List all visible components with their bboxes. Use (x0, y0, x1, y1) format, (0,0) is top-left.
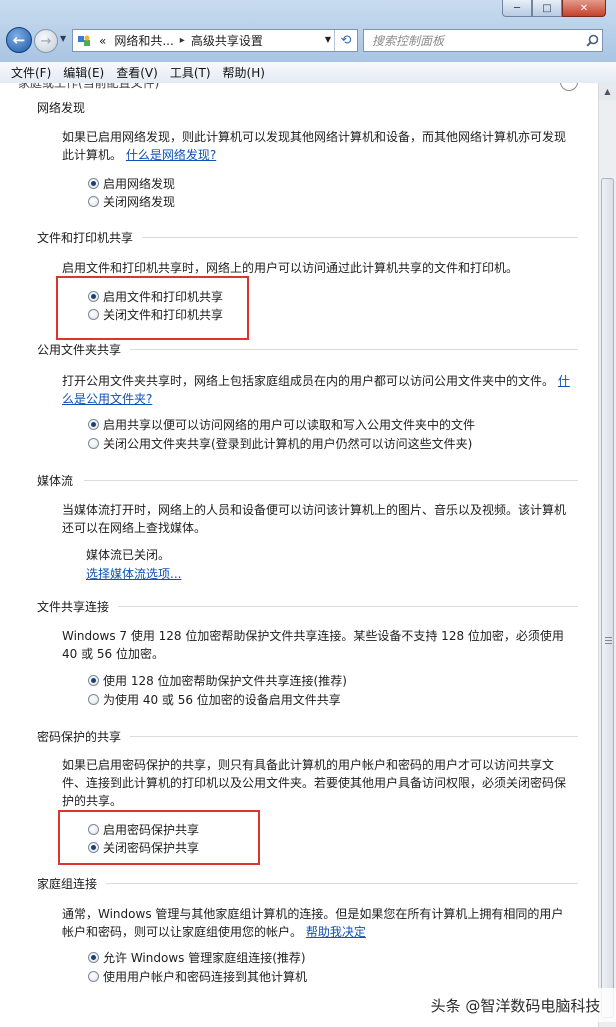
radio-label: 启用共享以便可以访问网络的用户可以读取和写入公用文件夹中的文件 (103, 418, 476, 432)
media-streaming-heading: 媒体流 (37, 474, 74, 488)
minimize-button[interactable]: ─ (502, 0, 532, 17)
menu-view[interactable]: 查看(V) (110, 64, 164, 81)
network-discovery-heading: 网络发现 (37, 101, 86, 115)
radio-label: 为使用 40 或 56 位加密的设备启用文件共享 (103, 693, 341, 707)
refresh-icon: ⟲ (340, 33, 352, 48)
forward-button[interactable]: → (34, 29, 58, 53)
public-folder-sharing-description: 打开公用文件夹共享时，网络上包括家庭组成员在内的用户都可以访问公用文件夹中的文件… (62, 372, 572, 408)
radio-button[interactable] (88, 178, 99, 189)
file-sharing-connections-heading: 文件共享连接 (37, 600, 110, 614)
profile-header-partial: 家庭或工作(当前配置文件) (18, 83, 160, 90)
section-divider (130, 736, 578, 737)
radio-button[interactable] (88, 971, 99, 982)
scroll-grip-icon (605, 637, 612, 646)
radio-button[interactable] (88, 952, 99, 963)
highlight-box-file-printer-sharing (56, 276, 249, 340)
window-titlebar: ─ □ ✕ ← → ▼ « 网络和共... ▸ 高级共享设置 ▼ ⟲ (0, 0, 616, 63)
homegroup-connections-heading: 家庭组连接 (37, 877, 98, 891)
address-dropdown-icon[interactable]: ▼ (325, 35, 331, 44)
menu-file[interactable]: 文件(F) (0, 64, 57, 81)
settings-content: 家庭或工作(当前配置文件) ⌃ 网络发现 如果已启用网络发现，则此计算机可以发现… (0, 83, 598, 1027)
radio-40-56bit-encryption[interactable]: 为使用 40 或 56 位加密的设备启用文件共享 (88, 691, 341, 708)
password-sharing-description: 如果已启用密码保护的共享，则只有具备此计算机的用户帐户和密码的用户才可以访问共享… (62, 758, 567, 808)
radio-label: 启用网络发现 (103, 177, 176, 191)
password-sharing-heading: 密码保护的共享 (37, 730, 122, 744)
menu-tools[interactable]: 工具(T) (164, 64, 217, 81)
section-divider (142, 237, 578, 238)
close-button[interactable]: ✕ (562, 0, 606, 17)
homegroup-help-link[interactable]: 帮助我决定 (306, 925, 366, 939)
radio-label: 允许 Windows 管理家庭组连接(推荐) (103, 951, 306, 965)
file-printer-sharing-description: 启用文件和打印机共享时，网络上的用户可以访问通过此计算机共享的文件和打印机。 (62, 261, 519, 275)
file-printer-sharing-heading: 文件和打印机共享 (37, 231, 134, 245)
breadcrumb-network-sharing[interactable]: 网络和共... (110, 32, 177, 49)
scroll-up-arrow-icon[interactable]: ▲ (599, 83, 616, 100)
radio-button[interactable] (88, 196, 99, 207)
media-streaming-status: 媒体流已关闭。 (86, 548, 171, 562)
maximize-button[interactable]: □ (532, 0, 562, 17)
radio-button[interactable] (88, 675, 99, 686)
recent-pages-dropdown[interactable]: ▼ (60, 34, 66, 43)
radio-disable-public-folder-sharing[interactable]: 关闭公用文件夹共享(登录到此计算机的用户仍然可以访问这些文件夹) (88, 435, 472, 452)
radio-button[interactable] (88, 438, 99, 449)
radio-label: 使用用户帐户和密码连接到其他计算机 (103, 970, 308, 984)
radio-label: 关闭网络发现 (103, 195, 176, 209)
search-input[interactable] (364, 30, 582, 51)
radio-enable-network-discovery[interactable]: 启用网络发现 (88, 175, 175, 192)
radio-128bit-encryption[interactable]: 使用 128 位加密帮助保护文件共享连接(推荐) (88, 672, 347, 689)
radio-button[interactable] (88, 694, 99, 705)
menu-bar: 文件(F) 编辑(E) 查看(V) 工具(T) 帮助(H) (0, 62, 616, 84)
section-divider (84, 480, 578, 481)
scrollbar-thumb[interactable] (601, 178, 614, 1018)
media-streaming-options-link[interactable]: 选择媒体流选项... (86, 565, 181, 582)
collapse-profile-button[interactable]: ⌃ (560, 83, 578, 91)
breadcrumb-advanced-sharing[interactable]: 高级共享设置 (187, 32, 267, 49)
watermark: 头条 @智洋数码电脑科技 (415, 988, 616, 1022)
refresh-button[interactable]: ⟲ (334, 30, 357, 51)
radio-disable-network-discovery[interactable]: 关闭网络发现 (88, 193, 175, 210)
section-divider (118, 606, 578, 607)
section-divider (106, 883, 578, 884)
network-discovery-description: 如果已启用网络发现，则此计算机可以发现其他网络计算机和设备，而其他网络计算机亦可… (62, 128, 572, 164)
radio-label: 关闭公用文件夹共享(登录到此计算机的用户仍然可以访问这些文件夹) (103, 437, 473, 451)
section-divider (130, 349, 578, 350)
address-bar[interactable]: « 网络和共... ▸ 高级共享设置 ▼ ⟲ (72, 29, 358, 52)
caption-buttons: ─ □ ✕ (502, 0, 606, 17)
vertical-scrollbar[interactable]: ▲ (598, 83, 616, 1027)
forward-arrow-icon: → (40, 33, 52, 49)
breadcrumb-overflow[interactable]: « (95, 34, 110, 48)
public-folder-sharing-heading: 公用文件夹共享 (37, 343, 122, 357)
control-panel-icon (77, 34, 91, 48)
public-folder-desc-text: 打开公用文件夹共享时，网络上包括家庭组成员在内的用户都可以访问公用文件夹中的文件… (62, 374, 555, 388)
radio-windows-manage-homegroup[interactable]: 允许 Windows 管理家庭组连接(推荐) (88, 949, 306, 966)
back-button[interactable]: ← (6, 27, 32, 53)
search-box[interactable] (363, 29, 603, 52)
search-icon[interactable] (582, 34, 602, 47)
media-streaming-description: 当媒体流打开时，网络上的人员和设备便可以访问该计算机上的图片、音乐以及视频。该计… (62, 503, 567, 535)
menu-edit[interactable]: 编辑(E) (57, 64, 110, 81)
file-sharing-connections-description: Windows 7 使用 128 位加密帮助保护文件共享连接。某些设备不支持 1… (62, 629, 564, 661)
breadcrumb-separator-icon[interactable]: ▸ (178, 35, 187, 46)
network-discovery-help-link[interactable]: 什么是网络发现? (126, 148, 216, 162)
chevron-up-icon: ⌃ (565, 83, 573, 88)
back-arrow-icon: ← (12, 31, 26, 49)
radio-button[interactable] (88, 419, 99, 430)
menu-help[interactable]: 帮助(H) (217, 64, 271, 81)
homegroup-connections-description: 通常，Windows 管理与其他家庭组计算机的连接。但是如果您在所有计算机上拥有… (62, 905, 572, 941)
highlight-box-password-sharing (58, 810, 260, 865)
radio-enable-public-folder-sharing[interactable]: 启用共享以便可以访问网络的用户可以读取和写入公用文件夹中的文件 (88, 416, 475, 433)
radio-label: 使用 128 位加密帮助保护文件共享连接(推荐) (103, 674, 347, 688)
radio-use-user-account[interactable]: 使用用户帐户和密码连接到其他计算机 (88, 968, 307, 985)
